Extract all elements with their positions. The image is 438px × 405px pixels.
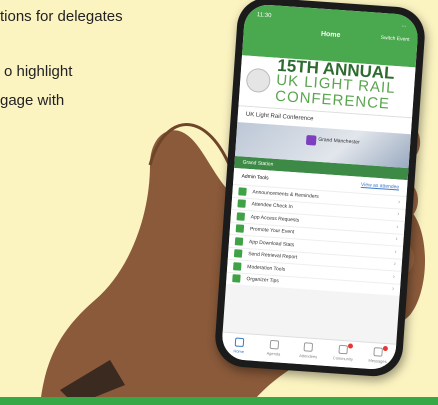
bottom-accent-bar — [0, 397, 438, 405]
tab-messages[interactable]: Messages — [360, 342, 397, 370]
menu-item-icon — [237, 199, 246, 209]
calendar-icon — [269, 339, 279, 350]
event-logo — [245, 67, 272, 94]
tab-agenda[interactable]: Agenda — [256, 335, 293, 363]
notification-badge — [382, 345, 389, 352]
chevron-right-icon: › — [393, 261, 396, 268]
admin-tools-title: Admin Tools — [241, 173, 269, 182]
menu-item-icon — [233, 261, 242, 271]
status-time: 11:30 — [256, 12, 272, 20]
menu-item-icon — [238, 187, 247, 196]
message-icon — [373, 347, 384, 357]
menu-item-icon — [234, 236, 244, 246]
community-icon — [338, 344, 349, 355]
menu-item-icon — [233, 249, 243, 258]
tab-label: Community — [332, 355, 354, 362]
chevron-right-icon: › — [392, 274, 396, 281]
tab-home[interactable]: Home — [221, 333, 258, 361]
chevron-right-icon: › — [397, 211, 400, 218]
tab-label: Home — [233, 348, 245, 355]
view-as-attendee-link[interactable]: View as attendee — [361, 182, 400, 191]
menu-item-icon — [235, 224, 245, 234]
tab-community[interactable]: Community — [325, 340, 362, 368]
phone: 11:30 ... Home Switch Event 15TH ANNUAL … — [213, 0, 427, 379]
chevron-right-icon: › — [394, 249, 397, 256]
tab-label: Agenda — [266, 350, 281, 357]
tab-label: Messages — [368, 357, 387, 365]
admin-menu: Announcements & Reminders › Attendee Chec… — [226, 183, 407, 296]
tab-attendees[interactable]: Attendees — [290, 337, 327, 365]
tab-label: Attendees — [299, 352, 318, 360]
signal-icon: ... — [401, 22, 407, 29]
map-label: Grand Manchester — [318, 136, 360, 146]
chevron-right-icon: › — [396, 224, 399, 231]
map-pin-icon — [305, 134, 317, 146]
chevron-right-icon: › — [397, 199, 401, 206]
home-icon — [234, 337, 245, 348]
chevron-right-icon: › — [395, 236, 398, 243]
people-icon — [303, 342, 314, 352]
status-bar: 11:30 ... — [257, 12, 407, 28]
notification-badge — [348, 343, 354, 349]
menu-item-icon — [232, 274, 241, 283]
menu-item-icon — [236, 212, 246, 221]
chevron-right-icon: › — [391, 286, 395, 293]
phone-screen: 11:30 ... Home Switch Event 15TH ANNUAL … — [220, 3, 420, 371]
bottom-tab-bar: Home Agenda Attendees Community Messages — [220, 331, 397, 371]
